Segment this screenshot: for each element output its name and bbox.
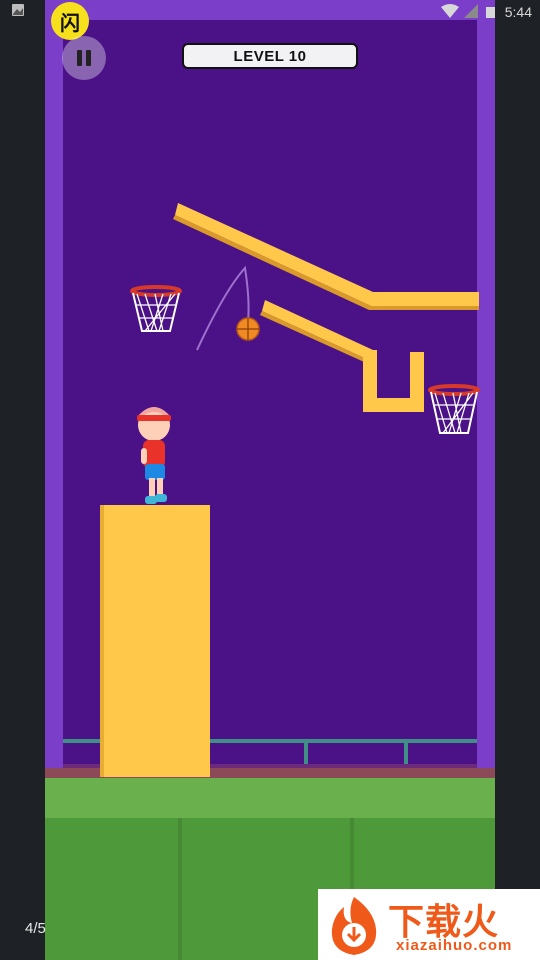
app-badge-icon: 闪 (51, 2, 89, 40)
wifi-icon (441, 4, 459, 18)
left-border (0, 0, 45, 960)
watermark-subtitle: xiazaihuo.com (396, 937, 513, 954)
right-border (495, 0, 540, 960)
scene (100, 203, 480, 777)
hoop-right (428, 384, 480, 434)
image-icon (12, 4, 24, 16)
level-label: LEVEL 10 (233, 47, 307, 65)
status-time: 5:44 (504, 4, 532, 20)
flame-logo-icon (331, 897, 377, 955)
ramp-upper (173, 203, 479, 310)
grass-line (178, 818, 182, 960)
pause-icon (75, 50, 93, 66)
watermark: 下载火 xiazaihuo.com (318, 889, 540, 960)
hoop-left (130, 285, 182, 332)
u-bucket (363, 350, 424, 412)
level-indicator: LEVEL 10 (182, 43, 358, 69)
pedestal (100, 505, 210, 777)
signal-icon (464, 4, 478, 18)
ramp-lower (260, 300, 373, 366)
game-canvas[interactable] (45, 0, 495, 960)
basketball[interactable] (236, 317, 260, 341)
page-indicator: 4/5 (25, 920, 46, 937)
app-badge-glyph: 闪 (60, 12, 80, 35)
grass-top (45, 778, 495, 818)
player (137, 407, 171, 504)
pause-button[interactable] (62, 36, 106, 80)
battery-icon (486, 7, 495, 18)
